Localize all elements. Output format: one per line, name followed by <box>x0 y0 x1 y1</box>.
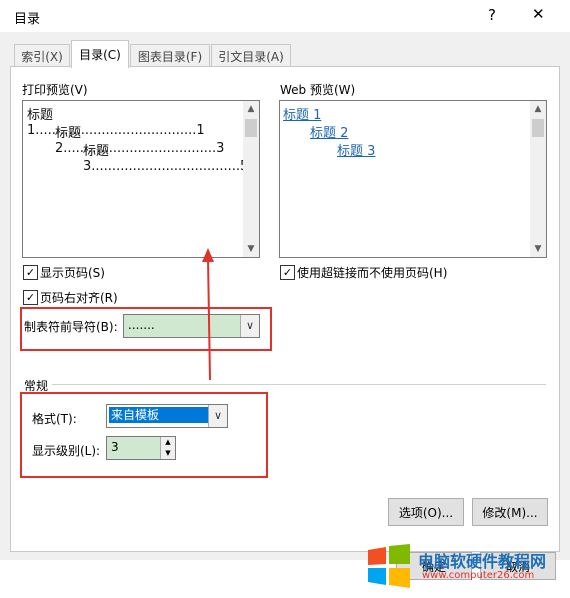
tab-toc[interactable]: 目录(C) <box>71 40 129 68</box>
watermark-logo: 电脑软硬件教程网 www.computer26.com <box>364 544 564 592</box>
windows-logo-icon <box>368 544 410 588</box>
watermark-title: 电脑软硬件教程网 <box>418 552 547 571</box>
watermark-url: www.computer26.com <box>422 570 535 581</box>
annotation-arrow <box>202 248 214 381</box>
